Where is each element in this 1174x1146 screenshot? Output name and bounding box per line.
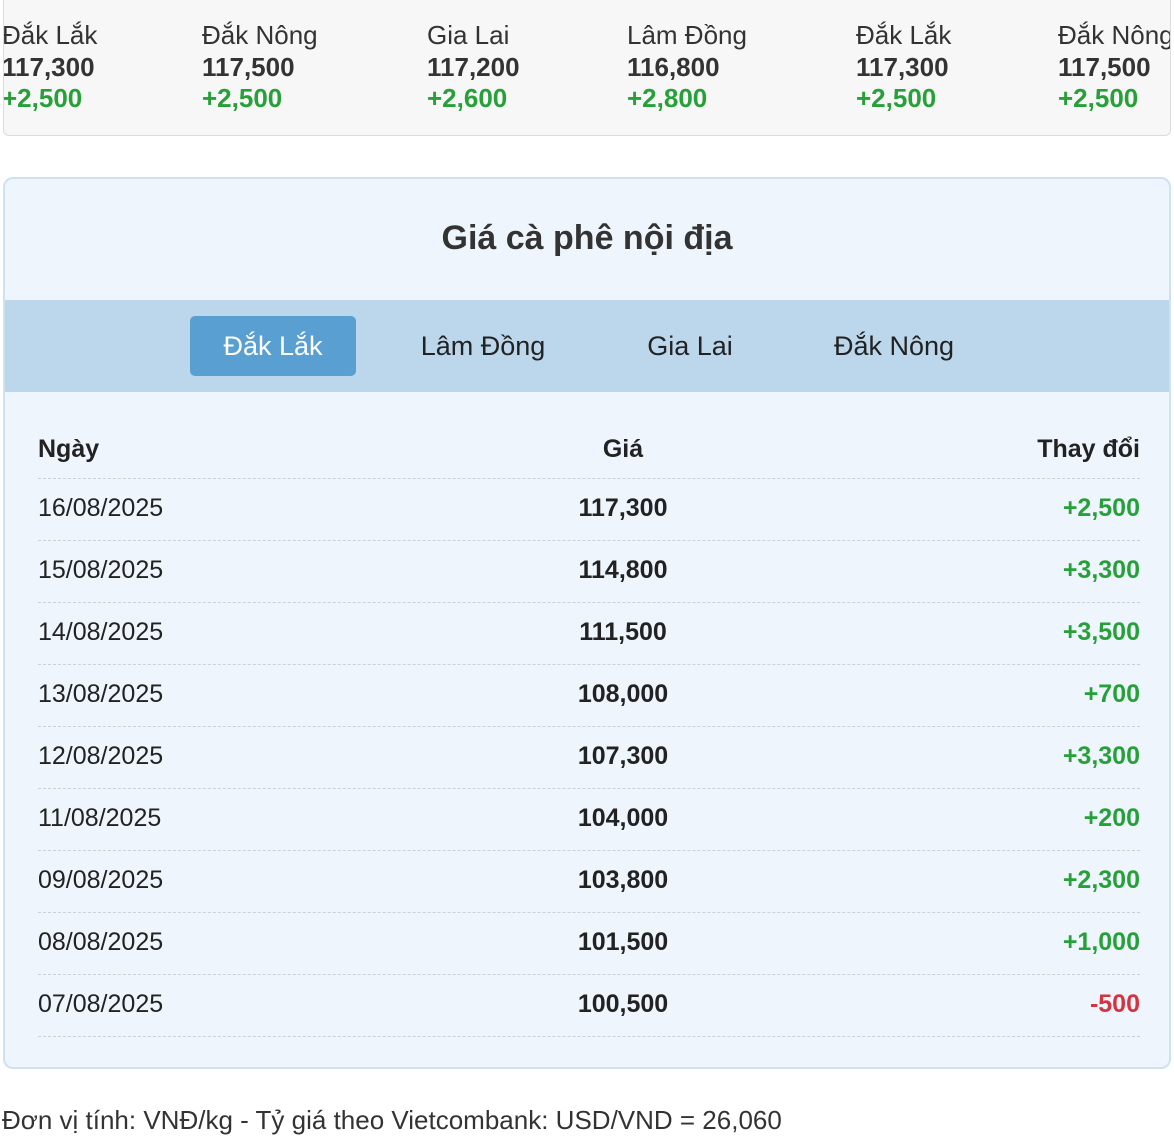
- row-price: 114,800: [578, 556, 668, 584]
- table-row: 15/08/2025 114,800 +3,300: [38, 541, 1140, 603]
- ticker-item[interactable]: Lâm Đồng 116,800 +2,800: [627, 18, 747, 114]
- panel-title: Giá cà phê nội địa: [441, 219, 733, 257]
- row-price: 100,500: [577, 990, 669, 1018]
- ticker-price: 116,800: [627, 52, 720, 82]
- table-row: 07/08/2025 100,500 -500: [38, 975, 1140, 1037]
- ticker-province: Đắk Lắk: [3, 20, 98, 50]
- row-price: 103,800: [577, 866, 669, 894]
- table-row: 13/08/2025 108,000 +700: [38, 665, 1140, 727]
- ticker-province: Lâm Đồng: [627, 20, 747, 50]
- ticker-item[interactable]: Gia Lai 117,200 +2,600: [427, 18, 520, 114]
- header-change: Thay đổi: [1037, 435, 1140, 463]
- row-change: +3,300: [1062, 742, 1140, 770]
- row-change: +2,500: [1062, 494, 1140, 522]
- ticker-province: Đắk Nông: [202, 20, 318, 50]
- table-row: 12/08/2025 107,300 +3,300: [38, 727, 1140, 789]
- ticker-change: +2,600: [427, 83, 508, 113]
- row-price: 111,500: [579, 618, 667, 646]
- tab-dak-nong[interactable]: Đắk Nông: [811, 316, 977, 376]
- header-price: Giá: [602, 435, 644, 463]
- unit-note: Đơn vị tính: VNĐ/kg - Tỷ giá theo Vietco…: [2, 1105, 782, 1135]
- ticker-item[interactable]: Đắk Nông 117,500 +2,500: [202, 18, 318, 114]
- row-change: +2,300: [1062, 866, 1140, 894]
- row-change: +3,300: [1062, 556, 1140, 584]
- province-tabs: Đắk Lắk Lâm Đồng Gia Lai Đắk Nông: [5, 300, 1169, 392]
- domestic-coffee-price-panel: Giá cà phê nội địa Đắk Lắk Lâm Đồng Gia …: [3, 177, 1171, 1069]
- tab-gia-lai[interactable]: Gia Lai: [607, 316, 773, 376]
- row-price: 108,000: [577, 680, 669, 708]
- row-change: +3,500: [1062, 618, 1140, 646]
- ticker-price: 117,300: [856, 52, 949, 82]
- tab-lam-dong[interactable]: Lâm Đồng: [400, 316, 566, 376]
- table-row: 16/08/2025 117,300 +2,500: [38, 479, 1140, 541]
- price-table: Ngày Giá Thay đổi 16/08/2025 117,300 +2,…: [38, 417, 1140, 1037]
- ticker-change: +2,500: [3, 83, 83, 113]
- ticker-item[interactable]: Đắk Lắk 117,300 +2,500: [3, 18, 98, 114]
- ticker-price: 117,500: [1058, 52, 1151, 82]
- row-change: +700: [1083, 680, 1140, 708]
- ticker-province: Đắk Nông: [1058, 20, 1171, 50]
- row-price: 104,000: [577, 804, 669, 832]
- ticker-change: +2,500: [1058, 83, 1139, 113]
- row-price: 107,300: [577, 742, 669, 770]
- price-ticker: Đắk Lắk 117,300 +2,500 Đắk Nông 117,500 …: [3, 0, 1171, 136]
- tab-dak-lak[interactable]: Đắk Lắk: [190, 316, 356, 376]
- row-change: -500: [1089, 990, 1140, 1018]
- ticker-province: Gia Lai: [427, 20, 510, 50]
- table-row: 09/08/2025 103,800 +2,300: [38, 851, 1140, 913]
- ticker-price: 117,200: [427, 52, 520, 82]
- table-header: Ngày Giá Thay đổi: [38, 417, 1140, 479]
- ticker-province: Đắk Lắk: [856, 20, 952, 50]
- row-change: +200: [1083, 804, 1140, 832]
- table-row: 14/08/2025 111,500 +3,500: [38, 603, 1140, 665]
- table-row: 11/08/2025 104,000 +200: [38, 789, 1140, 851]
- ticker-price: 117,300: [3, 52, 95, 82]
- row-price: 117,300: [578, 494, 668, 522]
- ticker-change: +2,800: [627, 83, 708, 113]
- ticker-price: 117,500: [202, 52, 295, 82]
- table-row: 08/08/2025 101,500 +1,000: [38, 913, 1140, 975]
- ticker-change: +2,500: [856, 83, 937, 113]
- ticker-item[interactable]: Đắk Nông 117,500 +2,500: [1058, 18, 1171, 114]
- row-price: 101,500: [577, 928, 669, 956]
- ticker-change: +2,500: [202, 83, 283, 113]
- row-change: +1,000: [1062, 928, 1140, 956]
- ticker-item[interactable]: Đắk Lắk 117,300 +2,500: [856, 18, 951, 114]
